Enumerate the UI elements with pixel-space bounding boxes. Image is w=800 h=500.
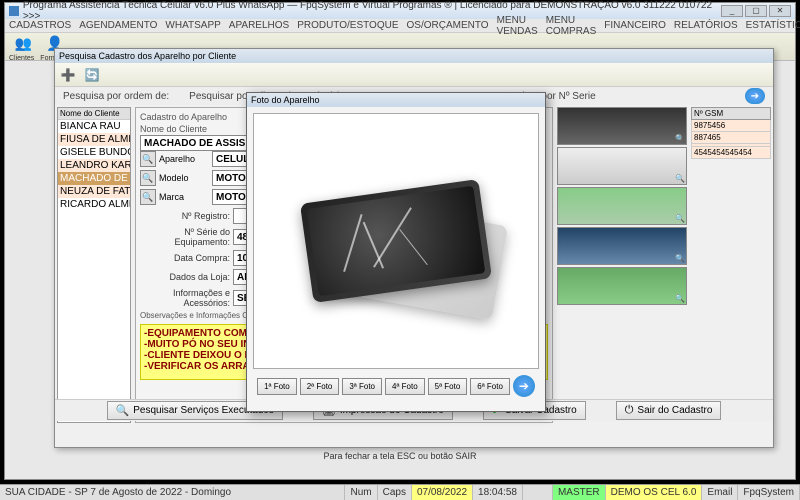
minimize-button[interactable]: _ <box>721 5 743 17</box>
photo-dialog-title: Foto do Aparelho <box>247 93 545 107</box>
status-caps: Caps <box>378 485 412 500</box>
menu-compras[interactable]: MENU COMPRAS <box>546 15 597 37</box>
foto-2-button[interactable]: 2ª Foto <box>300 378 340 395</box>
foto-6-button[interactable]: 6ª Foto <box>470 378 510 395</box>
photo-thumb-5[interactable] <box>557 267 687 305</box>
gsm-column: Nº GSM 9875456 887465 4545454545454 <box>691 107 771 423</box>
serie-label: Nº Série do Equipamento: <box>140 227 230 247</box>
filter-ordem: Pesquisa por ordem de: <box>63 91 169 102</box>
foto-3-button[interactable]: 3ª Foto <box>342 378 382 395</box>
maximize-button[interactable]: ▢ <box>745 5 767 17</box>
status-master: MASTER <box>553 485 606 500</box>
list-item[interactable]: NEUZA DE FATIM <box>58 185 130 198</box>
modelo-label: Modelo <box>159 173 209 183</box>
refresh-icon[interactable]: 🔄 <box>83 66 101 84</box>
foto-5-button[interactable]: 5ª Foto <box>428 378 468 395</box>
gsm-cell[interactable]: 9875456 <box>691 120 771 132</box>
status-email[interactable]: Email <box>702 485 738 500</box>
photo-thumb-3[interactable] <box>557 187 687 225</box>
menu-financeiro[interactable]: FINANCEIRO <box>604 20 666 31</box>
app-icon <box>9 6 19 16</box>
photo-dialog: Foto do Aparelho 1ª Foto 2ª Foto 3ª Foto… <box>246 92 546 412</box>
gsm-cell[interactable]: 4545454545454 <box>691 147 771 159</box>
list-item[interactable]: LEANDRO KARNA <box>58 159 130 172</box>
thumb-strip <box>557 107 687 423</box>
menu-whatsapp[interactable]: WHATSAPP <box>165 20 220 31</box>
status-time: 18:04:58 <box>473 485 523 500</box>
lookup-marca-icon[interactable]: 🔍 <box>140 189 156 205</box>
client-list[interactable]: Nome do Cliente BIANCA RAU FIUSA DE ALME… <box>57 107 131 423</box>
search-icon: 🔍 <box>116 404 130 417</box>
menu-cadastros[interactable]: CADASTROS <box>9 20 71 31</box>
list-item[interactable]: RICARDO ALMEID <box>58 198 130 211</box>
device-image <box>276 161 516 321</box>
menu-vendas[interactable]: MENU VENDAS <box>497 15 538 37</box>
menu-estatistica[interactable]: ESTATÍSTICA <box>746 20 800 31</box>
search-go-icon[interactable]: ➔ <box>745 88 765 104</box>
aparelho-label: Aparelho <box>159 154 209 164</box>
photo-frame <box>253 113 539 369</box>
menu-relatorios[interactable]: RELATÓRIOS <box>674 20 738 31</box>
status-sys[interactable]: FpqSystem <box>738 485 800 500</box>
lookup-modelo-icon[interactable]: 🔍 <box>140 170 156 186</box>
list-item[interactable]: GISELE BUNDCHE <box>58 146 130 159</box>
status-demo: DEMO OS CEL 6.0 <box>606 485 703 500</box>
list-item[interactable]: FIUSA DE ALMEID <box>58 133 130 146</box>
search-title: Pesquisa Cadastro dos Aparelho por Clien… <box>55 49 773 63</box>
status-date: 07/08/2022 <box>412 485 473 500</box>
data-label: Data Compra: <box>140 253 230 263</box>
menu-produto[interactable]: PRODUTO/ESTOQUE <box>297 20 398 31</box>
menu-os[interactable]: OS/ORÇAMENTO <box>407 20 489 31</box>
new-icon[interactable]: ➕ <box>59 66 77 84</box>
photo-thumb-4[interactable] <box>557 227 687 265</box>
photo-thumb-1[interactable] <box>557 107 687 145</box>
list-item[interactable]: BIANCA RAU <box>58 120 130 133</box>
lookup-aparelho-icon[interactable]: 🔍 <box>140 151 156 167</box>
status-city: SUA CIDADE - SP 7 de Agosto de 2022 - Do… <box>0 485 345 500</box>
gsm-cell[interactable]: 887465 <box>691 132 771 144</box>
loja-label: Dados da Loja: <box>140 272 230 282</box>
status-num: Num <box>345 485 377 500</box>
exit-icon: ⏻ <box>625 404 634 417</box>
acess-label: Informações e Acessórios: <box>140 288 230 308</box>
foto-4-button[interactable]: 4ª Foto <box>385 378 425 395</box>
gsm-header: Nº GSM <box>691 107 771 120</box>
photo-thumb-2[interactable] <box>557 147 687 185</box>
registro-label: Nº Registro: <box>140 211 230 221</box>
close-button[interactable]: ✕ <box>769 5 791 17</box>
search-toolbar: ➕ 🔄 <box>55 63 773 87</box>
foto-1-button[interactable]: 1ª Foto <box>257 378 297 395</box>
next-photo-icon[interactable]: ➔ <box>513 375 535 397</box>
footer-hint: Para fechar a tela ESC ou botão SAIR <box>5 451 795 461</box>
menu-aparelhos[interactable]: APARELHOS <box>229 20 289 31</box>
client-list-header: Nome do Cliente <box>58 108 130 120</box>
statusbar: SUA CIDADE - SP 7 de Agosto de 2022 - Do… <box>0 484 800 500</box>
list-item-selected[interactable]: MACHADO DE A <box>58 172 130 185</box>
sair-button[interactable]: ⏻Sair do Cadastro <box>616 401 722 420</box>
marca-label: Marca <box>159 192 209 202</box>
menu-agendamento[interactable]: AGENDAMENTO <box>79 20 157 31</box>
titlebar: Programa Assistência Técnica Celular v6.… <box>5 3 795 19</box>
window-title: Programa Assistência Técnica Celular v6.… <box>23 0 721 22</box>
clientes-icon[interactable]: 👥 <box>12 31 36 55</box>
